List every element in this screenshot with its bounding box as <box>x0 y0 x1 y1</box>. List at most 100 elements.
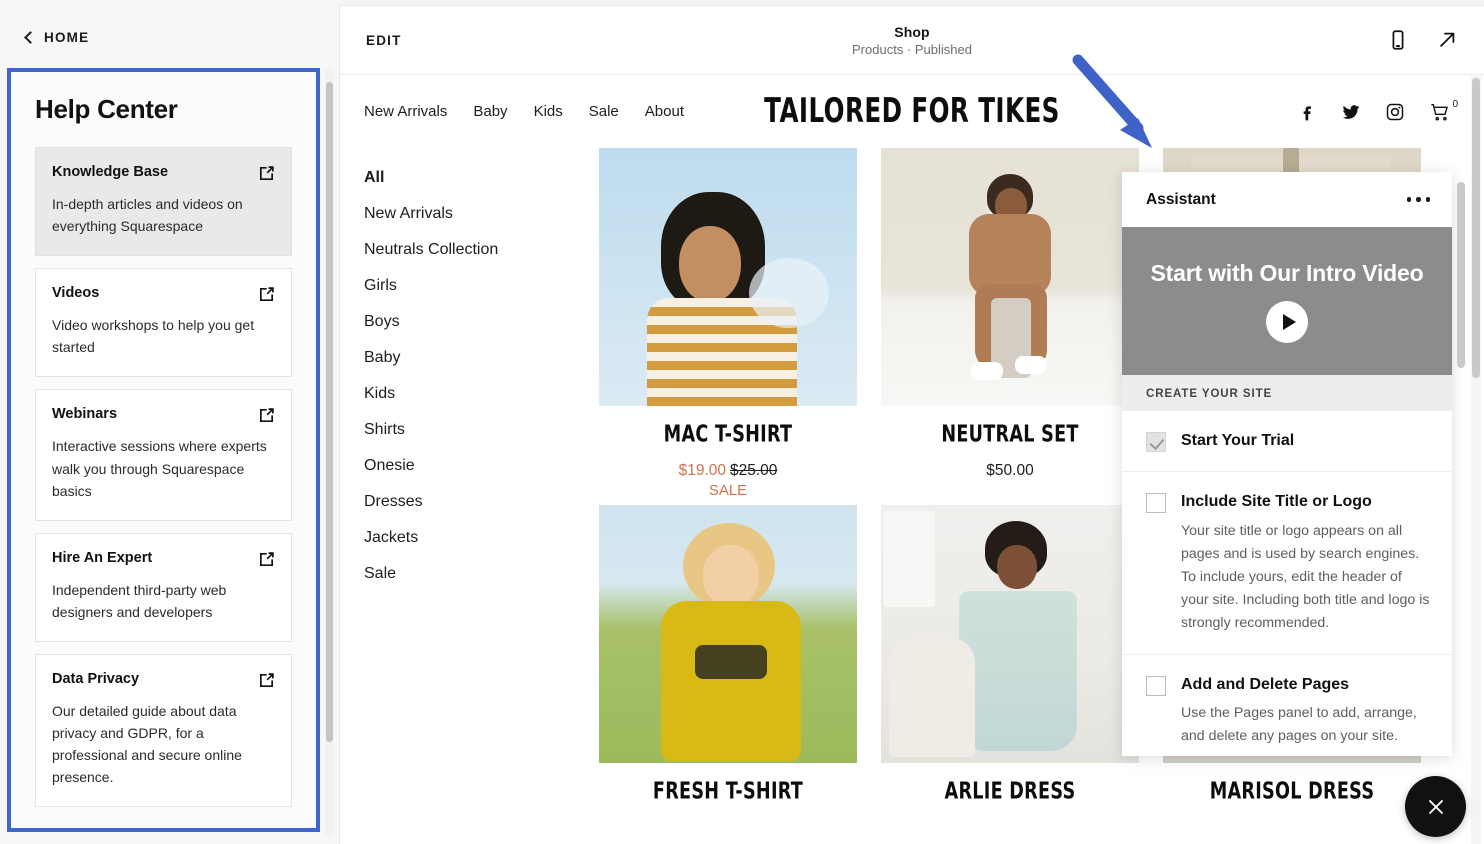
help-card-videos[interactable]: Videos Video workshops to help you get s… <box>35 268 292 378</box>
category-item-dresses[interactable]: Dresses <box>364 484 599 520</box>
assistant-header: Assistant <box>1122 172 1452 227</box>
nav-item-baby[interactable]: Baby <box>473 103 507 120</box>
category-item-baby[interactable]: Baby <box>364 340 599 376</box>
assistant-intro-video[interactable]: Start with Our Intro Video <box>1122 227 1452 375</box>
product-card-arlie-dress[interactable]: ARLIE DRESS <box>881 505 1139 804</box>
twitter-icon[interactable] <box>1341 102 1361 122</box>
preview-scrollbar[interactable] <box>1471 76 1481 844</box>
nav-item-about[interactable]: About <box>645 103 684 120</box>
product-card-fresh-t-shirt[interactable]: FRESH T-SHIRT <box>599 505 857 805</box>
help-center-title: Help Center <box>35 94 178 124</box>
help-card-knowledge-base[interactable]: Knowledge Base In-depth articles and vid… <box>35 147 292 257</box>
help-card-title: Hire An Expert <box>52 549 153 566</box>
help-card-hire-an-expert[interactable]: Hire An Expert Independent third-party w… <box>35 532 292 642</box>
product-sale-badge: SALE <box>708 482 748 499</box>
checklist-item-description: Your site title or logo appears on all p… <box>1181 522 1430 631</box>
shopping-cart-icon <box>1431 103 1449 120</box>
help-card-header: Hire An Expert <box>52 550 275 568</box>
category-item-boys[interactable]: Boys <box>364 304 599 340</box>
category-item-shirts[interactable]: Shirts <box>364 412 599 448</box>
help-card-title: Webinars <box>52 406 118 423</box>
checklist-item-body: Start Your Trial <box>1181 430 1294 452</box>
preview-scrollbar-thumb[interactable] <box>1472 78 1480 378</box>
help-center-highlight-frame: Help Center Knowledge Base In-depth arti… <box>7 68 320 832</box>
site-preview: EDIT Shop Products · Published New Arriv… <box>340 6 1484 844</box>
product-title: NEUTRAL SET <box>941 420 1079 448</box>
social-links: 0 <box>1297 98 1458 123</box>
instagram-icon[interactable] <box>1385 102 1405 122</box>
checklist-item-add-and-delete-pages[interactable]: Add and Delete Pages Use the Pages panel… <box>1122 655 1452 756</box>
product-card-neutral-set[interactable]: NEUTRAL SET $50.00 <box>881 148 1139 499</box>
product-title: MARISOL DRESS <box>1209 777 1375 805</box>
checklist-item-title: Include Site Title or Logo <box>1181 493 1372 510</box>
external-link-icon <box>259 552 274 566</box>
close-assistant-button[interactable] <box>1405 776 1466 837</box>
help-card-title: Knowledge Base <box>52 164 169 180</box>
product-image[interactable] <box>599 505 857 763</box>
site-nav-links: New Arrivals Baby Kids Sale About <box>364 103 684 120</box>
back-to-home-button[interactable]: HOME <box>24 30 90 45</box>
preview-toolbar: EDIT Shop Products · Published <box>340 6 1484 75</box>
product-card-mac-t-shirt[interactable]: MAC T-SHIRT $19.00 $25.00 SALE <box>599 148 857 499</box>
checklist-item-title: Start Your Trial <box>1181 432 1295 449</box>
nav-item-sale[interactable]: Sale <box>589 103 619 120</box>
help-card-data-privacy[interactable]: Data Privacy Our detailed guide about da… <box>35 653 292 808</box>
checklist-item-title: Add and Delete Pages <box>1181 675 1350 693</box>
chevron-left-icon <box>24 30 37 44</box>
help-panel-scrollbar[interactable] <box>325 66 334 838</box>
external-link-icon <box>259 673 274 688</box>
help-center-panel: HOME Help Center Knowledge Base In-depth… <box>0 0 340 844</box>
help-card-header: Knowledge Base <box>52 164 275 182</box>
product-title: FRESH T-SHIRT <box>652 777 804 805</box>
checkbox-checked-icon[interactable] <box>1146 432 1166 452</box>
help-card-header: Data Privacy <box>52 671 275 689</box>
page-status: Products · Published <box>852 41 972 57</box>
edit-button[interactable]: EDIT <box>366 33 402 48</box>
play-icon[interactable] <box>1266 300 1308 343</box>
help-card-description: Our detailed guide about data privacy an… <box>52 702 242 786</box>
category-item-all[interactable]: All <box>364 160 599 196</box>
checkbox-icon[interactable] <box>1146 493 1166 513</box>
category-item-girls[interactable]: Girls <box>364 268 599 304</box>
category-item-new-arrivals[interactable]: New Arrivals <box>364 196 599 232</box>
help-card-description: Independent third-party web designers an… <box>52 581 227 620</box>
category-item-neutrals-collection[interactable]: Neutrals Collection <box>364 232 599 268</box>
help-card-webinars[interactable]: Webinars Interactive sessions where expe… <box>35 389 292 521</box>
external-link-icon <box>259 408 274 423</box>
help-panel-scrollbar-thumb[interactable] <box>326 82 333 742</box>
more-options-icon[interactable] <box>1406 197 1430 202</box>
nav-item-new-arrivals[interactable]: New Arrivals <box>364 103 447 120</box>
nav-item-kids[interactable]: Kids <box>534 103 563 120</box>
page-title: Shop <box>894 23 930 40</box>
product-image[interactable] <box>881 148 1139 406</box>
cart-button[interactable]: 0 <box>1429 98 1458 123</box>
checkbox-icon[interactable] <box>1146 675 1166 696</box>
product-image[interactable] <box>599 148 857 406</box>
category-item-jackets[interactable]: Jackets <box>364 520 599 556</box>
help-card-description: In-depth articles and videos on everythi… <box>52 196 243 235</box>
product-regular-price: $50.00 <box>986 462 1034 479</box>
assistant-section-label: CREATE YOUR SITE <box>1122 375 1452 411</box>
app-root: HOME Help Center Knowledge Base In-depth… <box>0 0 1484 844</box>
assistant-scrollbar[interactable] <box>1457 178 1466 750</box>
category-item-onesie[interactable]: Onesie <box>364 448 599 484</box>
assistant-checklist: Start Your Trial Include Site Title or L… <box>1122 411 1452 756</box>
back-to-home-label: HOME <box>44 30 90 45</box>
facebook-icon[interactable] <box>1297 102 1317 122</box>
assistant-scrollbar-thumb[interactable] <box>1457 182 1465 368</box>
mobile-device-icon[interactable] <box>1387 29 1409 51</box>
product-image[interactable] <box>881 505 1139 763</box>
category-item-kids[interactable]: Kids <box>364 376 599 412</box>
close-icon <box>1428 799 1443 814</box>
panel-header: HOME <box>0 0 340 75</box>
product-title: MAC T-SHIRT <box>663 420 793 448</box>
product-price: $50.00 <box>881 462 1139 480</box>
checklist-item-include-site-title-or-logo[interactable]: Include Site Title or Logo Your site tit… <box>1122 472 1452 655</box>
product-sale-price: $19.00 <box>678 462 726 479</box>
open-external-arrow-icon[interactable] <box>1436 29 1458 51</box>
assistant-title: Assistant <box>1146 190 1216 208</box>
checklist-item-start-your-trial[interactable]: Start Your Trial <box>1122 411 1452 472</box>
cart-item-count: 0 <box>1452 98 1458 110</box>
help-card-description: Video workshops to help you get started <box>52 317 255 356</box>
category-item-sale[interactable]: Sale <box>364 556 599 592</box>
